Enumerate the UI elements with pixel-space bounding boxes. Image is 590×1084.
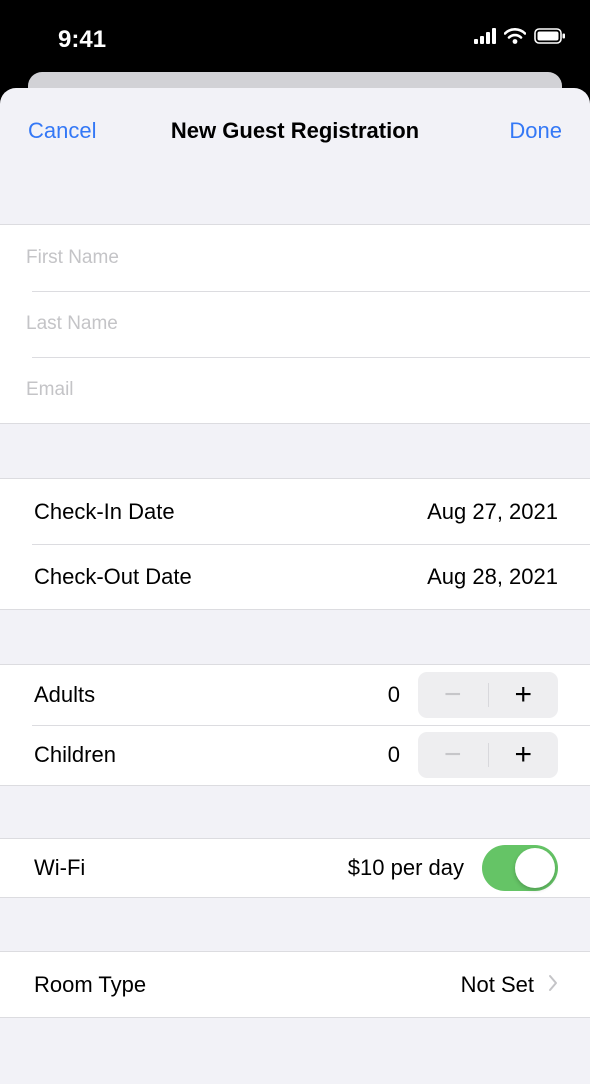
last-name-row [0, 291, 590, 357]
room-type-label: Room Type [34, 971, 147, 997]
first-name-row [0, 225, 590, 291]
wifi-toggle[interactable] [482, 845, 558, 891]
wifi-label: Wi-Fi [34, 855, 86, 880]
chevron-right-icon [548, 972, 558, 998]
check-out-label: Check-Out Date [34, 563, 192, 589]
children-stepper: − + [418, 732, 558, 778]
check-out-row[interactable]: Check-Out Date Aug 28, 2021 [0, 544, 590, 609]
toggle-knob [515, 848, 555, 888]
guest-info-group [0, 224, 590, 424]
status-icons [474, 28, 566, 44]
page-title: New Guest Registration [170, 118, 420, 143]
children-label: Children [34, 742, 116, 767]
adults-count: 0 [387, 682, 400, 707]
children-decrement-button[interactable]: − [418, 732, 488, 778]
first-name-field[interactable] [26, 247, 558, 269]
wifi-price: $10 per day [347, 855, 464, 880]
cellular-signal-icon [474, 28, 496, 44]
done-button[interactable]: Done [509, 118, 562, 144]
occupants-group: Adults 0 − + Children 0 − + [0, 664, 590, 786]
check-in-label: Check-In Date [34, 498, 175, 524]
children-count: 0 [387, 742, 400, 767]
room-group: Room Type Not Set [0, 951, 590, 1018]
adults-increment-button[interactable]: + [489, 672, 559, 718]
check-out-value[interactable]: Aug 28, 2021 [427, 564, 558, 590]
wifi-group: Wi-Fi $10 per day [0, 838, 590, 898]
wifi-row: Wi-Fi $10 per day [0, 839, 590, 897]
last-name-field[interactable] [26, 313, 558, 335]
guest-registration-sheet: Cancel New Guest Registration Done Check… [0, 88, 590, 1084]
adults-row: Adults 0 − + [0, 665, 590, 725]
room-type-row[interactable]: Room Type Not Set [0, 952, 590, 1017]
children-increment-button[interactable]: + [489, 732, 559, 778]
dates-group: Check-In Date Aug 27, 2021 Check-Out Dat… [0, 478, 590, 610]
children-row: Children 0 − + [0, 725, 590, 785]
room-type-value: Not Set [460, 971, 534, 997]
email-row [0, 357, 590, 423]
navigation-bar: Cancel New Guest Registration Done [0, 88, 590, 172]
adults-label: Adults [34, 682, 96, 707]
check-in-value[interactable]: Aug 27, 2021 [427, 499, 558, 525]
adults-stepper: − + [418, 672, 558, 718]
battery-icon [534, 28, 565, 44]
email-field[interactable] [26, 379, 558, 401]
status-time: 9:41 [58, 26, 107, 53]
adults-decrement-button[interactable]: − [418, 672, 488, 718]
wifi-icon [504, 28, 526, 44]
check-in-row[interactable]: Check-In Date Aug 27, 2021 [0, 479, 590, 544]
